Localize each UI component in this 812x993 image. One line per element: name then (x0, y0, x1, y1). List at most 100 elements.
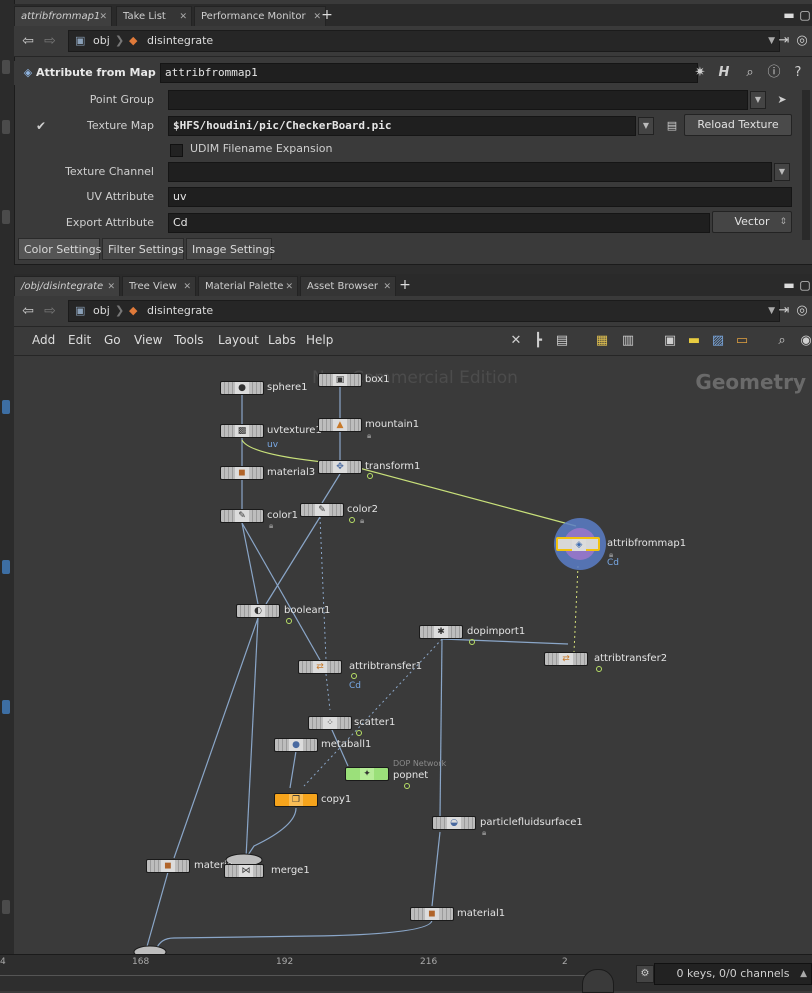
texture-map-menu-button[interactable]: ▼ (638, 117, 654, 135)
pin-icon[interactable]: ⇥ (776, 33, 792, 49)
texture-channel-field[interactable] (168, 162, 772, 182)
help-h-icon[interactable]: H (716, 65, 732, 81)
tab-attribfrommap1[interactable]: attribfrommap1 ✕ (14, 6, 112, 26)
image-icon[interactable]: ▨ (710, 333, 726, 349)
node-transform1[interactable]: ✥ (318, 460, 362, 474)
close-icon[interactable]: ✕ (383, 277, 391, 297)
link-icon[interactable]: ◎ (794, 33, 810, 49)
menu-help[interactable]: Help (306, 333, 333, 347)
maximize-icon[interactable]: ▢ (796, 6, 812, 24)
link-icon[interactable]: ◎ (794, 303, 810, 319)
playhead-dial[interactable] (582, 969, 614, 993)
udim-checkbox[interactable] (170, 144, 183, 157)
menu-add[interactable]: Add (32, 333, 55, 347)
select-arrow-icon[interactable]: ➤ (774, 92, 790, 108)
node-attribfrommap1[interactable]: ◈ (556, 537, 600, 551)
menu-layout[interactable]: Layout (218, 333, 259, 347)
file-chooser-icon[interactable]: ▤ (664, 118, 680, 134)
close-icon[interactable]: ✕ (183, 277, 191, 297)
close-icon[interactable]: ✕ (99, 7, 107, 27)
search-icon[interactable]: ⌕ (774, 333, 790, 349)
search-icon[interactable]: ⌕ (742, 65, 758, 81)
sticky-note-icon[interactable]: ▬ (686, 333, 702, 349)
gear-icon[interactable]: ✷ (692, 65, 708, 81)
node-sphere1[interactable]: ● (220, 381, 264, 395)
path-field[interactable]: ▣ obj ❯ ◆ disintegrate ▼ (68, 300, 780, 322)
node-color1[interactable]: ✎ (220, 509, 264, 523)
help-icon[interactable]: ? (790, 65, 806, 81)
node-color2[interactable]: ✎ (300, 503, 344, 517)
breadcrumb-root[interactable]: obj (93, 31, 110, 51)
forward-arrow-icon[interactable]: ⇨ (42, 33, 58, 49)
group-menu-button[interactable]: ▼ (750, 91, 766, 109)
package-icon[interactable]: ▭ (734, 333, 750, 349)
tab-asset-browser[interactable]: Asset Browser ✕ (300, 276, 396, 296)
export-attribute-field[interactable]: Cd (168, 213, 710, 233)
breadcrumb-node[interactable]: disintegrate (147, 301, 213, 321)
tab-material-palette[interactable]: Material Palette ✕ (198, 276, 298, 296)
path-field[interactable]: ▣ obj ❯ ◆ disintegrate ▼ (68, 30, 780, 52)
maximize-icon[interactable]: ▢ (796, 276, 812, 294)
keyframe-settings-icon[interactable]: ⚙ (636, 965, 654, 983)
chevron-down-icon[interactable]: ▼ (768, 31, 775, 51)
add-tab-icon[interactable]: + (396, 276, 414, 294)
node-copy1[interactable]: ❐ (274, 793, 318, 807)
eye-icon[interactable]: ◉ (798, 333, 812, 349)
list-view-icon[interactable]: ▤ (554, 333, 570, 349)
node-mountain1[interactable]: ▲ (318, 418, 362, 432)
reload-texture-button[interactable]: Reload Texture (684, 114, 792, 136)
close-icon[interactable]: ✕ (285, 277, 293, 297)
grid-icon[interactable]: ▥ (620, 333, 636, 349)
color-palette-icon[interactable]: ▦ (594, 333, 610, 349)
node-box1[interactable]: ▣ (318, 373, 362, 387)
add-tab-icon[interactable]: + (318, 6, 336, 24)
pin-icon[interactable]: ⇥ (776, 303, 792, 319)
network-editor-canvas[interactable]: Non-Commercial Edition Geometry ● sphere… (14, 356, 812, 954)
uv-attribute-field[interactable]: uv (168, 187, 792, 207)
node-merge1[interactable]: ⋈ (224, 864, 264, 878)
tab-tree-view[interactable]: Tree View ✕ (122, 276, 196, 296)
node-popnet[interactable]: ✦ (345, 767, 389, 781)
node-attribtransfer2[interactable]: ⇄ (544, 652, 588, 666)
export-type-menu[interactable]: Vector ⇕ (712, 211, 792, 233)
back-arrow-icon[interactable]: ⇦ (20, 33, 36, 49)
info-icon[interactable]: ⓘ (766, 65, 782, 81)
chevron-down-icon[interactable]: ▼ (768, 301, 775, 321)
node-metaball1[interactable]: ● (274, 738, 318, 752)
texture-map-field[interactable]: $HFS/houdini/pic/CheckerBoard.pic (168, 116, 636, 136)
breadcrumb-node[interactable]: disintegrate (147, 31, 213, 51)
parameter-scrollbar[interactable] (802, 90, 810, 240)
tree-layout-icon[interactable]: ┣ (530, 333, 546, 349)
menu-view[interactable]: View (134, 333, 162, 347)
node-boolean1[interactable]: ◐ (236, 604, 280, 618)
node-particlefluidsurface1[interactable]: ◒ (432, 816, 476, 830)
enable-checkmark-icon[interactable]: ✔ (33, 118, 49, 134)
menu-tools[interactable]: Tools (174, 333, 204, 347)
tab-obj-disintegrate[interactable]: /obj/disintegrate ✕ (14, 276, 120, 296)
close-icon[interactable]: ✕ (179, 7, 187, 27)
back-arrow-icon[interactable]: ⇦ (20, 303, 36, 319)
breadcrumb-root[interactable]: obj (93, 301, 110, 321)
timeline-bar[interactable]: 4 168 192 216 2 ⚙ 0 keys, 0/0 channels ▲ (0, 954, 812, 993)
node-material3[interactable]: ◼ (220, 466, 264, 480)
node-materia[interactable]: ◼ (146, 859, 190, 873)
menu-labs[interactable]: Labs (268, 333, 296, 347)
menu-edit[interactable]: Edit (68, 333, 91, 347)
menu-go[interactable]: Go (104, 333, 121, 347)
point-group-field[interactable] (168, 90, 748, 110)
tab-filter-settings[interactable]: Filter Settings (102, 238, 184, 260)
node-uvtexture1[interactable]: ▩ (220, 424, 264, 438)
tab-image-settings[interactable]: Image Settings (186, 238, 275, 260)
texture-channel-menu-button[interactable]: ▼ (774, 163, 790, 181)
network-box-icon[interactable]: ▣ (662, 333, 678, 349)
node-material1[interactable]: ◼ (410, 907, 454, 921)
node-name-field[interactable]: attribfrommap1 (160, 63, 698, 83)
node-dopimport1[interactable]: ✱ (419, 625, 463, 639)
tab-take-list[interactable]: Take List ✕ (116, 6, 192, 26)
tab-performance-monitor[interactable]: Performance Monitor ✕ (194, 6, 326, 26)
close-icon[interactable]: ✕ (107, 277, 115, 297)
node-scatter1[interactable]: ⁘ (308, 716, 352, 730)
forward-arrow-icon[interactable]: ⇨ (42, 303, 58, 319)
tab-color-settings[interactable]: Color Settings (18, 238, 101, 260)
wrench-icon[interactable]: ✕ (508, 333, 524, 349)
